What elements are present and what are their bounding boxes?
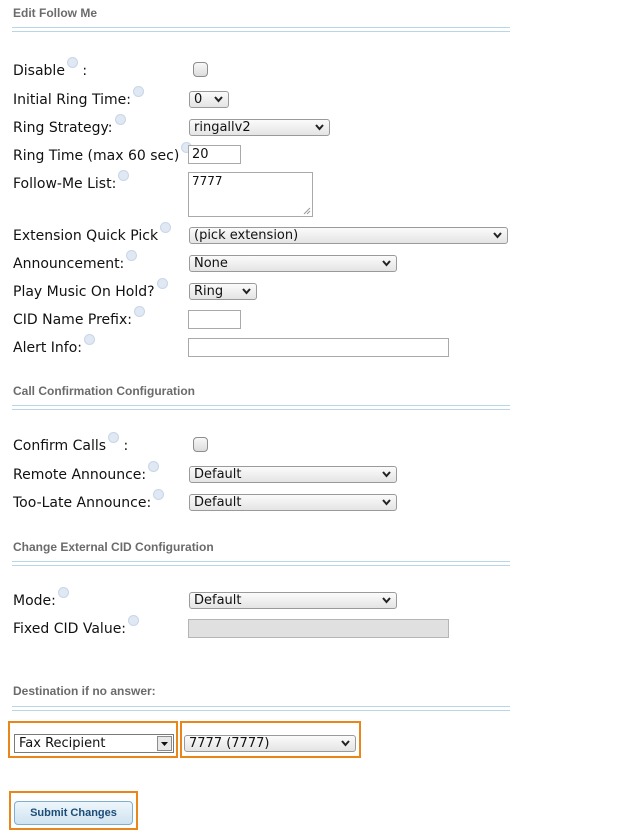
help-icon[interactable]: [156, 278, 168, 289]
submit-changes-button[interactable]: Submit Changes: [14, 801, 133, 825]
follow-me-list-textarea[interactable]: 7777: [188, 172, 313, 217]
help-icon[interactable]: [57, 587, 69, 598]
destination-type-value: Fax Recipient: [19, 736, 106, 751]
play-moh-select[interactable]: Ring: [189, 283, 257, 300]
mode-select[interactable]: Default: [189, 592, 397, 609]
extension-quick-pick-label-text: Extension Quick Pick: [13, 228, 159, 244]
section-title-edit-follow-me: Edit Follow Me: [13, 6, 97, 20]
remote-announce-select[interactable]: Default: [189, 466, 397, 483]
extension-quick-pick-value: (pick extension): [194, 228, 299, 243]
ring-time-label-text: Ring Time (max 60 sec): [13, 148, 180, 164]
disable-label-text: Disable: [13, 63, 65, 79]
mode-value: Default: [194, 593, 242, 608]
initial-ring-time-label: Initial Ring Time:: [13, 86, 144, 108]
alert-info-label: Alert Info:: [13, 334, 95, 356]
cid-name-prefix-label-text: CID Name Prefix:: [13, 312, 132, 328]
disable-label-suffix: :: [82, 63, 88, 79]
ring-strategy-select[interactable]: ringallv2: [189, 119, 330, 136]
follow-me-list-label: Follow-Me List:: [13, 170, 130, 192]
announcement-select[interactable]: None: [189, 255, 397, 272]
chevron-down-icon: [341, 740, 350, 747]
chevron-down-icon: [382, 499, 391, 506]
play-moh-value: Ring: [194, 284, 224, 299]
ring-strategy-value: ringallv2: [194, 120, 251, 135]
cid-name-prefix-label: CID Name Prefix:: [13, 306, 145, 328]
help-icon[interactable]: [114, 114, 126, 125]
disable-label: Disable :: [13, 57, 88, 79]
ring-time-label: Ring Time (max 60 sec): [13, 142, 193, 164]
play-moh-label: Play Music On Hold?: [13, 278, 168, 300]
play-moh-label-text: Play Music On Hold?: [13, 284, 155, 300]
destination-target-select[interactable]: 7777 (7777): [184, 735, 356, 752]
extension-quick-pick-label: Extension Quick Pick: [13, 222, 172, 244]
initial-ring-time-label-text: Initial Ring Time:: [13, 92, 131, 108]
help-icon[interactable]: [108, 432, 120, 443]
follow-me-list-value: 7777: [192, 174, 223, 188]
help-icon[interactable]: [126, 250, 138, 261]
section-divider: [12, 561, 510, 566]
section-divider: [12, 27, 510, 32]
destination-target-value: 7777 (7777): [189, 736, 270, 751]
initial-ring-time-select[interactable]: 0: [189, 91, 229, 108]
confirm-calls-label-suffix: :: [123, 438, 129, 454]
ring-time-input[interactable]: 20: [188, 145, 241, 164]
ring-strategy-label: Ring Strategy:: [13, 114, 126, 136]
announcement-label: Announcement:: [13, 250, 138, 272]
section-title-destination: Destination if no answer:: [13, 684, 156, 698]
too-late-announce-label-text: Too-Late Announce:: [13, 495, 152, 511]
alert-info-label-text: Alert Info:: [13, 340, 82, 356]
ring-strategy-label-text: Ring Strategy:: [13, 120, 113, 136]
confirm-calls-label: Confirm Calls :: [13, 432, 129, 454]
fixed-cid-value-label-text: Fixed CID Value:: [13, 621, 127, 637]
mode-label: Mode:: [13, 587, 69, 609]
help-icon[interactable]: [118, 170, 130, 181]
disable-checkbox[interactable]: [193, 62, 208, 77]
help-icon[interactable]: [160, 222, 172, 233]
section-title-call-confirmation: Call Confirmation Configuration: [13, 384, 195, 398]
mode-label-text: Mode:: [13, 593, 56, 609]
extension-quick-pick-select[interactable]: (pick extension): [189, 227, 508, 244]
chevron-down-icon: [382, 597, 391, 604]
help-icon[interactable]: [148, 461, 160, 472]
fixed-cid-value-label: Fixed CID Value:: [13, 615, 140, 637]
confirm-calls-checkbox[interactable]: [193, 437, 208, 452]
help-icon[interactable]: [153, 489, 165, 500]
chevron-down-icon: [242, 288, 251, 295]
section-title-external-cid: Change External CID Configuration: [13, 540, 214, 554]
help-icon[interactable]: [128, 615, 140, 626]
chevron-down-icon: [214, 96, 223, 103]
help-icon[interactable]: [133, 306, 145, 317]
initial-ring-time-value: 0: [194, 92, 203, 107]
fixed-cid-value-input: [188, 619, 449, 638]
remote-announce-value: Default: [194, 467, 242, 482]
remote-announce-label: Remote Announce:: [13, 461, 160, 483]
follow-me-list-label-text: Follow-Me List:: [13, 176, 117, 192]
cid-name-prefix-input[interactable]: [188, 310, 241, 329]
chevron-down-icon: [382, 260, 391, 267]
resize-grip-icon[interactable]: [301, 205, 311, 215]
destination-type-select[interactable]: Fax Recipient: [14, 734, 174, 753]
too-late-announce-label: Too-Late Announce:: [13, 489, 165, 511]
confirm-calls-label-text: Confirm Calls: [13, 438, 107, 454]
alert-info-input[interactable]: [188, 338, 449, 357]
too-late-announce-value: Default: [194, 495, 242, 510]
remote-announce-label-text: Remote Announce:: [13, 467, 147, 483]
chevron-down-icon: [315, 124, 324, 131]
too-late-announce-select[interactable]: Default: [189, 494, 397, 511]
section-divider: [12, 706, 510, 711]
announcement-value: None: [194, 256, 228, 271]
announcement-label-text: Announcement:: [13, 256, 125, 272]
chevron-down-icon: [493, 232, 502, 239]
help-icon[interactable]: [133, 86, 144, 97]
section-divider: [12, 405, 510, 410]
chevron-down-icon: [382, 471, 391, 478]
help-icon[interactable]: [66, 57, 78, 68]
chevron-down-icon: [157, 736, 172, 751]
help-icon[interactable]: [84, 334, 95, 345]
